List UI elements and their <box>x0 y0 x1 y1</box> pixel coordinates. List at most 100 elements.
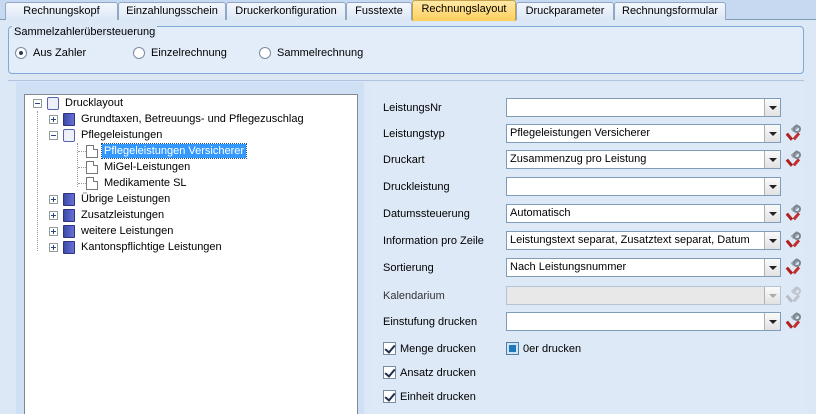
druckleistung-combo[interactable] <box>506 177 781 196</box>
chevron-down-icon <box>764 287 780 304</box>
tree-node-label: Pflegeleistungen Versicherer <box>100 143 248 159</box>
sammelzahler-group: Sammelzahlerübersteuerung Aus Zahler Ein… <box>8 26 804 74</box>
sortierung-label: Sortierung <box>383 262 434 274</box>
radio-sammelrechnung-label: Sammelrechnung <box>277 47 364 59</box>
datumssteuerung-hammer-wrench-icon[interactable] <box>785 203 803 222</box>
tree-connector <box>78 167 86 168</box>
tree-node-label: Zusatzleistungen <box>81 209 165 221</box>
druckart-combo[interactable]: Zusammenzug pro Leistung <box>506 150 781 169</box>
einheit-drucken-checkbox[interactable]: Einheit drucken <box>383 390 476 403</box>
radio-sammelrechnung[interactable]: Sammelrechnung <box>259 45 363 61</box>
radio-aus-zahler[interactable]: Aus Zahler <box>15 45 86 61</box>
sortierung-value: Nach Leistungsnummer <box>510 261 627 273</box>
checkmark-icon <box>383 390 396 403</box>
leistungstyp-combo[interactable]: Pflegeleistungen Versicherer <box>506 124 781 143</box>
kalendarium-label: Kalendarium <box>383 290 445 302</box>
tree-connector <box>78 183 86 184</box>
chevron-down-icon[interactable] <box>764 232 780 249</box>
einstufung-drucken-label: Einstufung drucken <box>383 316 478 328</box>
tree-node-label: Medikamente SL <box>104 177 187 189</box>
document-icon <box>86 176 98 190</box>
collapse-icon[interactable] <box>33 98 42 108</box>
tree-node-uebrige-leistungen[interactable]: Übrige Leistungen <box>49 191 172 207</box>
tree-node-label: Kantonspflichtige Leistungen <box>81 241 222 253</box>
tree-node-label: Pflegeleistungen <box>81 129 163 141</box>
tab-rechnungskopf[interactable]: Rechnungskopf <box>5 2 118 20</box>
tree-connector <box>77 143 78 187</box>
druckleistung-label: Druckleistung <box>383 181 450 193</box>
tab-rechnungsformular[interactable]: Rechnungsformular <box>614 2 726 20</box>
chevron-down-icon[interactable] <box>764 178 780 195</box>
menge-drucken-checkbox[interactable]: Menge drucken <box>383 342 476 355</box>
einstufung-drucken-combo[interactable] <box>506 312 781 331</box>
layout-tree[interactable]: Drucklayout Grundtaxen, Betreuungs- und … <box>24 94 358 414</box>
sortierung-hammer-wrench-icon[interactable] <box>785 257 803 276</box>
sortierung-combo[interactable]: Nach Leistungsnummer <box>506 258 781 277</box>
settings-panel: LeistungsNr Leistungstyp Pflegeleistunge… <box>372 82 804 414</box>
tree-node-medikamente-sl[interactable]: Medikamente SL <box>86 175 189 191</box>
radio-einzelrechnung[interactable]: Einzelrechnung <box>133 45 227 61</box>
collapse-icon[interactable] <box>49 130 58 140</box>
tab-rechnungslayout[interactable]: Rechnungslayout <box>412 0 516 21</box>
tab-druckparameter[interactable]: Druckparameter <box>516 2 614 20</box>
leistungsnr-label: LeistungsNr <box>383 102 442 114</box>
tree-node-label: MiGel-Leistungen <box>104 161 191 173</box>
datumssteuerung-combo[interactable]: Automatisch <box>506 204 781 223</box>
chevron-down-icon[interactable] <box>764 205 780 222</box>
chevron-down-icon[interactable] <box>764 313 780 330</box>
tab-druckerkonfiguration[interactable]: Druckerkonfiguration <box>226 2 346 20</box>
tree-node-label: Drucklayout <box>65 97 124 109</box>
chevron-down-icon[interactable] <box>764 259 780 276</box>
datumssteuerung-label: Datumssteuerung <box>383 208 470 220</box>
tree-node-pflegeleistungen-versicherer[interactable]: Pflegeleistungen Versicherer <box>86 143 248 159</box>
tree-connector <box>37 111 38 251</box>
document-icon <box>86 160 98 174</box>
chevron-down-icon[interactable] <box>764 99 780 116</box>
book-icon <box>63 192 75 206</box>
kalendarium-hammer-wrench-icon <box>785 285 803 304</box>
information-pro-zeile-hammer-wrench-icon[interactable] <box>785 230 803 249</box>
tab-einzahlungsschein[interactable]: Einzahlungsschein <box>118 2 226 20</box>
menge-drucken-label: Menge drucken <box>400 342 476 355</box>
book-icon <box>63 240 75 254</box>
tree-connector <box>78 151 86 152</box>
null-er-drucken-checkbox[interactable]: 0er drucken <box>506 342 581 355</box>
tree-node-migel-leistungen[interactable]: MiGel-Leistungen <box>86 159 192 175</box>
tree-node-zusatzleistungen[interactable]: Zusatzleistungen <box>49 207 166 223</box>
open-book-icon <box>47 96 59 110</box>
leistungsnr-combo[interactable] <box>506 98 781 117</box>
tree-node-grundtaxen[interactable]: Grundtaxen, Betreuungs- und Pflegezuschl… <box>49 111 306 127</box>
rechnungslayout-panel: Sammelzahlerübersteuerung Aus Zahler Ein… <box>0 20 816 414</box>
sammelzahler-group-title: Sammelzahlerübersteuerung <box>12 26 158 38</box>
expand-icon[interactable] <box>49 210 58 220</box>
tree-node-label: Grundtaxen, Betreuungs- und Pflegezuschl… <box>81 113 304 125</box>
expand-icon[interactable] <box>49 194 58 204</box>
druckart-hammer-wrench-icon[interactable] <box>785 149 803 168</box>
tab-fusstexte[interactable]: Fusstexte <box>346 2 412 20</box>
expand-icon[interactable] <box>49 242 58 252</box>
tree-node-kantonspflichtige-leistungen[interactable]: Kantonspflichtige Leistungen <box>49 239 224 255</box>
leistungstyp-hammer-wrench-icon[interactable] <box>785 123 803 142</box>
radio-aus-zahler-label: Aus Zahler <box>33 47 87 59</box>
expand-icon[interactable] <box>49 226 58 236</box>
book-icon <box>63 208 75 222</box>
expand-icon[interactable] <box>49 114 58 124</box>
tree-node-weitere-leistungen[interactable]: weitere Leistungen <box>49 223 175 239</box>
book-icon <box>63 112 75 126</box>
checkmark-icon <box>383 366 396 379</box>
chevron-down-icon[interactable] <box>764 125 780 142</box>
tree-node-label: Übrige Leistungen <box>81 193 171 205</box>
information-pro-zeile-combo[interactable]: Leistungstext separat, Zusatztext separa… <box>506 231 781 250</box>
einstufung-drucken-hammer-wrench-icon[interactable] <box>785 311 803 330</box>
divider <box>8 80 804 81</box>
tree-node-pflegeleistungen[interactable]: Pflegeleistungen <box>49 127 164 143</box>
radio-dot-icon <box>259 47 271 59</box>
tree-node-drucklayout[interactable]: Drucklayout <box>33 95 125 111</box>
null-er-drucken-label: 0er drucken <box>523 342 582 355</box>
radio-dot-icon <box>15 47 27 59</box>
book-icon <box>63 224 75 238</box>
radio-dot-icon <box>133 47 145 59</box>
tree-node-label: weitere Leistungen <box>81 225 174 237</box>
ansatz-drucken-checkbox[interactable]: Ansatz drucken <box>383 366 476 379</box>
chevron-down-icon[interactable] <box>764 151 780 168</box>
